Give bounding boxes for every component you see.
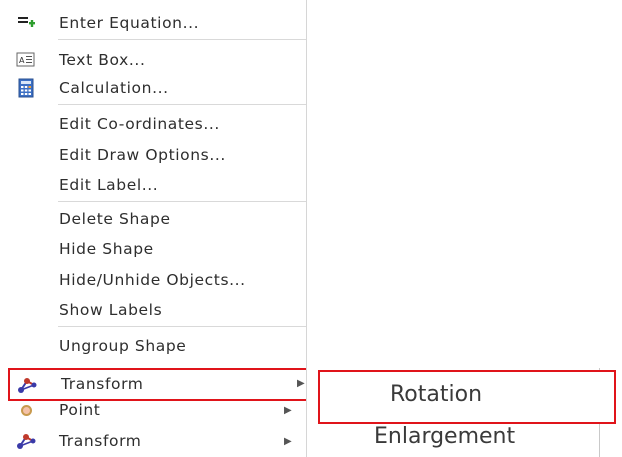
menu-item-label: Edit Label... <box>59 176 159 194</box>
menu-item-label: Ungroup Shape <box>59 337 187 355</box>
menu-item-label: Transform <box>61 375 144 393</box>
submenu-item-rotation[interactable]: Rotation <box>318 370 616 424</box>
menu-item-label: Point <box>59 401 101 419</box>
menu-item-text-box[interactable]: A Text Box... <box>0 45 306 75</box>
menu-item-point[interactable]: Point ▶ <box>0 396 306 424</box>
menu-item-label: Enter Equation... <box>59 14 200 32</box>
submenu-item-label: Enlargement <box>374 424 516 449</box>
calculator-icon <box>16 78 36 98</box>
menu-item-show-labels[interactable]: Show Labels <box>0 295 306 325</box>
menu-item-label: Transform <box>59 432 142 450</box>
transform-icon <box>16 431 36 451</box>
submenu-arrow-icon: ▶ <box>284 435 292 447</box>
menu-item-edit-draw-options[interactable]: Edit Draw Options... <box>0 140 306 170</box>
menu-separator <box>58 326 306 327</box>
submenu-arrow-icon: ▶ <box>284 404 292 416</box>
menu-item-label: Hide Shape <box>59 240 154 258</box>
transform-icon <box>17 375 37 395</box>
menu-separator <box>58 39 306 40</box>
submenu-arrow-icon: ▶ <box>297 378 305 389</box>
menu-item-label: Delete Shape <box>59 210 171 228</box>
menu-separator <box>58 104 306 105</box>
add-equation-icon <box>16 13 36 33</box>
menu-separator <box>58 201 306 202</box>
menu-item-edit-coordinates[interactable]: Edit Co-ordinates... <box>0 109 306 139</box>
menu-item-delete-shape[interactable]: Delete Shape <box>0 204 306 234</box>
svg-text:A: A <box>19 56 25 65</box>
menu-item-enter-equation[interactable]: Enter Equation... <box>0 8 306 38</box>
text-box-icon: A <box>16 50 36 70</box>
menu-item-label: Edit Draw Options... <box>59 146 226 164</box>
menu-item-hide-unhide-objects[interactable]: Hide/Unhide Objects... <box>0 265 306 295</box>
submenu-item-label: Rotation <box>390 382 483 407</box>
menu-item-transform[interactable]: Transform ▶ <box>0 426 306 456</box>
menu-item-label: Show Labels <box>59 301 163 319</box>
menu-item-ungroup-shape[interactable]: Ungroup Shape <box>0 331 306 361</box>
menu-item-label: Text Box... <box>59 51 146 69</box>
menu-item-label: Edit Co-ordinates... <box>59 115 220 133</box>
menu-item-hide-shape[interactable]: Hide Shape <box>0 234 306 264</box>
point-icon <box>16 400 36 420</box>
menu-item-edit-label[interactable]: Edit Label... <box>0 170 306 200</box>
menu-item-label: Hide/Unhide Objects... <box>59 271 246 289</box>
menu-item-label: Calculation... <box>59 79 169 97</box>
submenu-item-enlargement[interactable]: Enlargement <box>320 424 598 454</box>
menu-item-calculation[interactable]: Calculation... <box>0 73 306 103</box>
